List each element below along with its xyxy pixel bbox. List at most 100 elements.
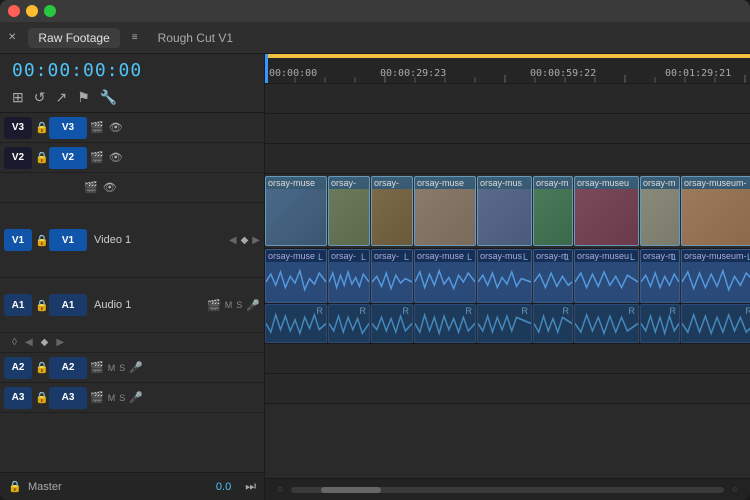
- audio-bot-clip-7[interactable]: R: [640, 304, 680, 343]
- audio-bot-clip-8[interactable]: R: [681, 304, 750, 343]
- v2-label-box: V2: [49, 147, 87, 169]
- audio-top-clip-0[interactable]: orsay-muse L: [265, 249, 327, 303]
- video-clip-1[interactable]: orsay-: [328, 176, 370, 246]
- a1-diamond-icon[interactable]: ◆: [41, 337, 49, 348]
- tab-close-icon[interactable]: ✕: [8, 32, 16, 43]
- a2-camera-icon[interactable]: 🎬: [90, 361, 104, 374]
- audio-top-clip-6[interactable]: orsay-museu L: [574, 249, 639, 303]
- audio-top-label-6: orsay-museu: [575, 250, 638, 262]
- l-label-7: L: [671, 252, 676, 262]
- a1-camera-icon[interactable]: 🎬: [207, 299, 221, 312]
- a1-prev-icon[interactable]: ◀: [25, 337, 33, 348]
- master-lock-icon[interactable]: 🔒: [8, 480, 22, 493]
- tl-v2-empty: [265, 114, 750, 144]
- track-row-v3: V3 🔒 V3 🎬 👁: [0, 113, 264, 143]
- r-label-1: R: [360, 306, 367, 316]
- video-clip-0[interactable]: orsay-muse: [265, 176, 327, 246]
- v1-sub-camera-icon[interactable]: 🎬: [84, 181, 98, 194]
- a2-s-label[interactable]: S: [119, 363, 125, 373]
- waveform-svg-1: [329, 263, 369, 302]
- audio-bot-clip-2[interactable]: R: [371, 304, 413, 343]
- link-icon[interactable]: ↗: [55, 89, 67, 106]
- settings-icon[interactable]: 🔧: [100, 89, 117, 106]
- clip-label-1: orsay-: [329, 177, 369, 189]
- video-clip-7[interactable]: orsay-m: [640, 176, 680, 246]
- r-label-6: R: [629, 306, 636, 316]
- audio-top-clip-5[interactable]: orsay-m L: [533, 249, 573, 303]
- scroll-bar[interactable]: [291, 487, 724, 493]
- scroll-right-icon[interactable]: ○: [732, 484, 738, 495]
- v2-icons: 🎬 👁: [90, 151, 260, 164]
- audio-bot-clip-3[interactable]: R: [414, 304, 476, 343]
- a2-num: A2: [4, 357, 32, 379]
- scroll-thumb[interactable]: [321, 487, 381, 493]
- v2-eye-icon[interactable]: 👁: [109, 151, 123, 164]
- v1-prev-icon[interactable]: ◀: [229, 235, 237, 246]
- clip-thumb-4: [478, 189, 531, 245]
- a1-m-label[interactable]: M: [225, 300, 233, 310]
- v3-eye-icon[interactable]: 👁: [109, 121, 123, 134]
- v1-next-icon[interactable]: ▶: [252, 235, 260, 246]
- video-clip-5[interactable]: orsay-m: [533, 176, 573, 246]
- audio-bot-clips: R R R: [265, 304, 750, 343]
- audio-top-clip-8[interactable]: orsay-museum- L: [681, 249, 750, 303]
- v2-camera-icon[interactable]: 🎬: [90, 151, 104, 164]
- snap-icon[interactable]: ⊞: [12, 89, 24, 106]
- v1-diamond-icon[interactable]: ◆: [241, 235, 249, 246]
- tracks-area: V3 🔒 V3 🎬 👁 V2 🔒 V2 🎬 👁: [0, 113, 264, 472]
- a2-m-label[interactable]: M: [108, 363, 116, 373]
- clip-thumb-8: [682, 189, 750, 245]
- raw-footage-tab[interactable]: Raw Footage: [28, 28, 119, 48]
- minimize-button[interactable]: [26, 5, 38, 17]
- scroll-left-icon[interactable]: ○: [277, 484, 283, 495]
- tl-v1-video-track: orsay-muse orsay- orsay- orsay-muse: [265, 174, 750, 249]
- v1-lock-icon[interactable]: 🔒: [35, 234, 49, 247]
- audio-top-clip-4[interactable]: orsay-mus L: [477, 249, 532, 303]
- v3-lock-icon[interactable]: 🔒: [35, 121, 49, 134]
- a3-mic-icon[interactable]: 🎤: [129, 391, 143, 404]
- audio-bot-clip-4[interactable]: R: [477, 304, 532, 343]
- tab-menu-icon[interactable]: ≡: [132, 32, 138, 43]
- clip-thumb-3: [415, 189, 475, 245]
- v2-lock-icon[interactable]: 🔒: [35, 151, 49, 164]
- a1-pitch-icon[interactable]: ◊: [12, 337, 17, 348]
- video-clip-6[interactable]: orsay-museu: [574, 176, 639, 246]
- audio-bot-clip-6[interactable]: R: [574, 304, 639, 343]
- a3-s-label[interactable]: S: [119, 393, 125, 403]
- clip-label-7: orsay-m: [641, 177, 679, 189]
- a3-lock-icon[interactable]: 🔒: [35, 391, 49, 404]
- audio-top-clip-1[interactable]: orsay- L: [328, 249, 370, 303]
- audio-bot-clip-5[interactable]: R: [533, 304, 573, 343]
- audio-top-clip-2[interactable]: orsay- L: [371, 249, 413, 303]
- clip-label-5: orsay-m: [534, 177, 572, 189]
- video-clip-3[interactable]: orsay-muse: [414, 176, 476, 246]
- a3-m-label[interactable]: M: [108, 393, 116, 403]
- a1-mic-icon[interactable]: 🎤: [246, 299, 260, 312]
- a3-icons: 🎬 M S 🎤: [90, 391, 143, 404]
- close-button[interactable]: [8, 5, 20, 17]
- undo-icon[interactable]: ↺: [34, 89, 46, 106]
- audio-top-clip-3[interactable]: orsay-muse L: [414, 249, 476, 303]
- rough-cut-tab[interactable]: Rough Cut V1: [158, 31, 233, 45]
- a1-next-icon[interactable]: ▶: [56, 337, 64, 348]
- track-row-a1-sub: ◊ ◀ ◆ ▶: [0, 333, 264, 353]
- main-window: ✕ Raw Footage ≡ Rough Cut V1 00:00:00:00…: [0, 0, 750, 500]
- r-label-7: R: [670, 306, 677, 316]
- a2-lock-icon[interactable]: 🔒: [35, 361, 49, 374]
- waveform-svg-3: [415, 263, 475, 302]
- master-end-icon[interactable]: ⏭: [245, 479, 256, 494]
- audio-bot-clip-0[interactable]: R: [265, 304, 327, 343]
- a3-camera-icon[interactable]: 🎬: [90, 391, 104, 404]
- a2-mic-icon[interactable]: 🎤: [129, 361, 143, 374]
- a1-s-label[interactable]: S: [236, 300, 242, 310]
- video-clip-4[interactable]: orsay-mus: [477, 176, 532, 246]
- maximize-button[interactable]: [44, 5, 56, 17]
- video-clip-8[interactable]: orsay-museum-: [681, 176, 750, 246]
- v1-sub-eye-icon[interactable]: 👁: [103, 181, 117, 194]
- v3-camera-icon[interactable]: 🎬: [90, 121, 104, 134]
- audio-bot-clip-1[interactable]: R: [328, 304, 370, 343]
- marker-icon[interactable]: ⚑: [77, 89, 90, 106]
- video-clip-2[interactable]: orsay-: [371, 176, 413, 246]
- a1-lock-icon[interactable]: 🔒: [35, 299, 49, 312]
- audio-top-clip-7[interactable]: orsay-m L: [640, 249, 680, 303]
